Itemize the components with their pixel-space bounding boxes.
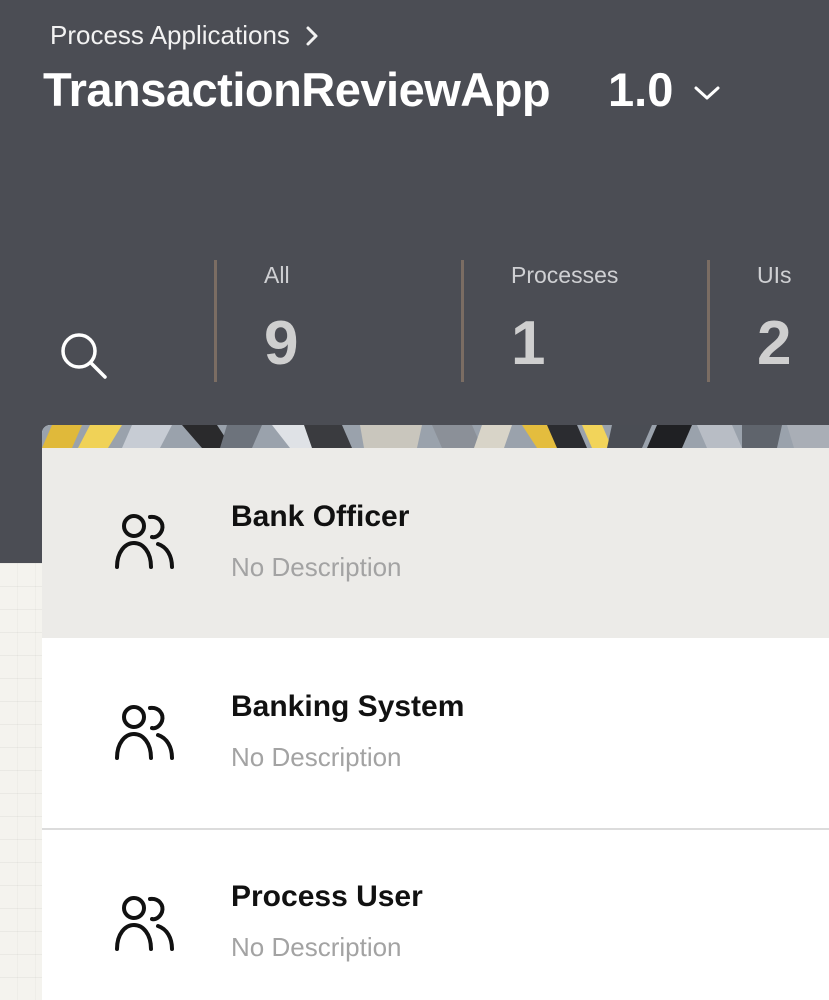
stat-count: 2: [757, 309, 792, 378]
stat-label: All: [264, 262, 290, 288]
users-icon: [115, 705, 174, 760]
search-icon[interactable]: [58, 330, 110, 382]
stat-count: 9: [264, 309, 299, 378]
version-label: 1.0: [608, 63, 674, 116]
stat-divider: [461, 260, 464, 382]
stat-processes[interactable]: Processes 1: [511, 262, 618, 375]
breadcrumb[interactable]: Process Applications: [50, 20, 320, 51]
role-description: No Description: [231, 552, 402, 582]
app-title: TransactionReviewApp: [43, 63, 551, 116]
stat-divider: [214, 260, 217, 382]
breadcrumb-link[interactable]: Process Applications: [50, 20, 290, 51]
role-title: Banking System: [231, 690, 465, 723]
chevron-down-icon: [694, 86, 720, 99]
role-title: Bank Officer: [231, 500, 410, 533]
stat-label: Processes: [511, 262, 619, 288]
role-title: Process User: [231, 880, 423, 913]
list-item-bank-officer[interactable]: Bank Officer No Description: [42, 448, 829, 638]
stat-uis[interactable]: UIs 2: [757, 262, 792, 375]
stat-count: 1: [511, 309, 546, 378]
stat-all[interactable]: All 9: [264, 262, 298, 375]
version-selector[interactable]: 1.0: [608, 62, 721, 117]
list-item-banking-system[interactable]: Banking System No Description: [42, 638, 829, 830]
role-description: No Description: [231, 742, 402, 772]
chevron-right-icon: [306, 26, 318, 45]
users-icon: [115, 514, 174, 569]
list-item-process-user[interactable]: Process User No Description: [42, 830, 829, 1000]
decorative-banner: [42, 425, 829, 448]
role-description: No Description: [231, 932, 402, 962]
stat-divider: [707, 260, 710, 382]
users-icon: [115, 896, 174, 951]
roles-card: Bank Officer No Description Banking Syst…: [42, 425, 829, 1000]
stat-label: UIs: [757, 262, 792, 288]
